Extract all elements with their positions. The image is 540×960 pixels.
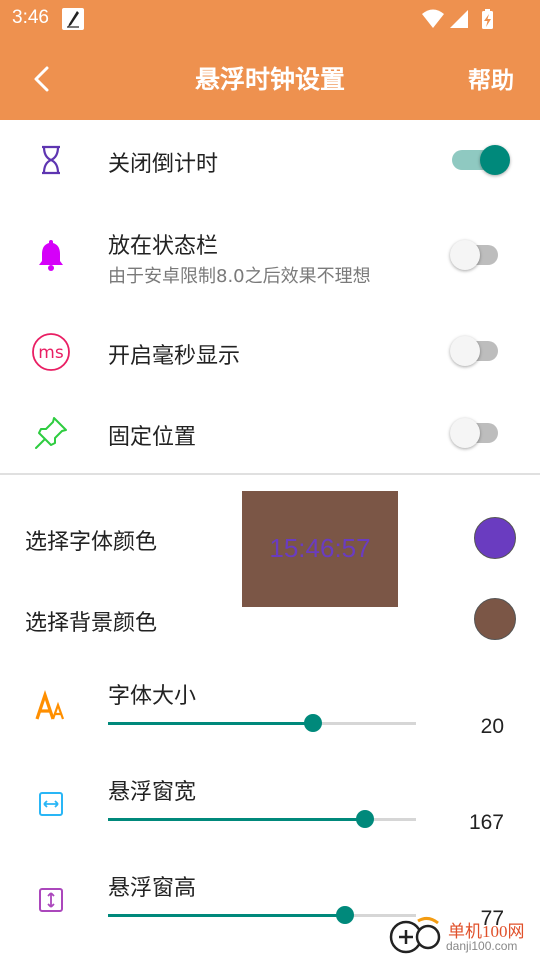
switch-knob <box>450 418 480 448</box>
slider-fill <box>108 818 365 821</box>
ms-icon: ms <box>30 331 72 373</box>
toggle-label: 放在状态栏 <box>108 234 219 259</box>
watermark-logo <box>389 916 441 954</box>
font-size-icon <box>34 687 76 729</box>
slider-label: 字体大小 <box>108 684 197 709</box>
battery-charging-icon <box>482 9 493 29</box>
signal-icon <box>450 10 468 28</box>
toggle-label: 固定位置 <box>108 425 197 450</box>
status-bar: 3:46 <box>0 0 540 38</box>
switch-knob <box>480 145 510 175</box>
toggle-row-fixed-position[interactable]: 固定位置 <box>0 393 540 473</box>
toggle-sublabel: 由于安卓限制8.0之后效果不理想 <box>108 266 371 287</box>
slider-track[interactable] <box>108 714 416 732</box>
slider-value: 20 <box>480 715 504 738</box>
slider-fill <box>108 722 313 725</box>
slider-label: 悬浮窗宽 <box>108 780 197 805</box>
preview-time: 15:46:57 <box>269 533 371 563</box>
slider-fill <box>108 914 346 917</box>
slider-thumb[interactable] <box>303 714 322 732</box>
font-color-label: 选择字体颜色 <box>25 530 158 555</box>
width-icon <box>30 783 72 825</box>
bg-color-label: 选择背景颜色 <box>25 611 158 636</box>
ms-icon-text: ms <box>38 343 64 363</box>
toggle-label: 关闭倒计时 <box>108 152 219 177</box>
slider-thumb[interactable] <box>355 810 374 828</box>
slider-row-font-size: 字体大小 20 <box>0 670 540 760</box>
switch-knob <box>450 240 480 270</box>
watermark-url: danji100.com <box>446 939 518 953</box>
toggle-row-countdown[interactable]: 关闭倒计时 <box>0 120 540 202</box>
toggle-row-statusbar[interactable]: 放在状态栏 由于安卓限制8.0之后效果不理想 <box>0 212 540 302</box>
toggle-label: 开启毫秒显示 <box>108 344 241 369</box>
toggle-switch[interactable] <box>450 240 498 270</box>
slider-value: 167 <box>468 811 504 834</box>
font-color-swatch[interactable] <box>474 517 516 559</box>
page-title: 悬浮时钟设置 <box>194 65 345 94</box>
app-bar: 悬浮时钟设置 帮助 <box>0 38 540 120</box>
slider-row-width: 悬浮窗宽 167 <box>0 766 540 856</box>
status-icons <box>422 8 502 30</box>
watermark: 单机100网 danji100.com <box>388 915 538 957</box>
slider-track[interactable] <box>108 906 416 924</box>
hourglass-icon <box>30 139 72 181</box>
slider-label: 悬浮窗高 <box>108 876 197 901</box>
slider-track[interactable] <box>108 810 416 828</box>
clock-preview: 15:46:57 <box>242 491 398 607</box>
status-time: 3:46 <box>12 7 49 28</box>
slider-thumb[interactable] <box>336 906 355 924</box>
toggle-switch[interactable] <box>450 418 498 448</box>
pin-icon <box>30 412 72 454</box>
wifi-icon <box>422 9 444 28</box>
switch-knob <box>450 336 480 366</box>
height-icon <box>30 879 72 921</box>
toggle-switch[interactable] <box>450 336 498 366</box>
notification-icon <box>62 8 84 30</box>
bell-icon <box>30 234 72 276</box>
toggle-row-milliseconds[interactable]: ms 开启毫秒显示 <box>0 312 540 392</box>
help-button[interactable]: 帮助 <box>468 61 514 95</box>
divider <box>0 473 540 475</box>
bg-color-swatch[interactable] <box>474 598 516 640</box>
toggle-switch[interactable] <box>452 145 510 175</box>
